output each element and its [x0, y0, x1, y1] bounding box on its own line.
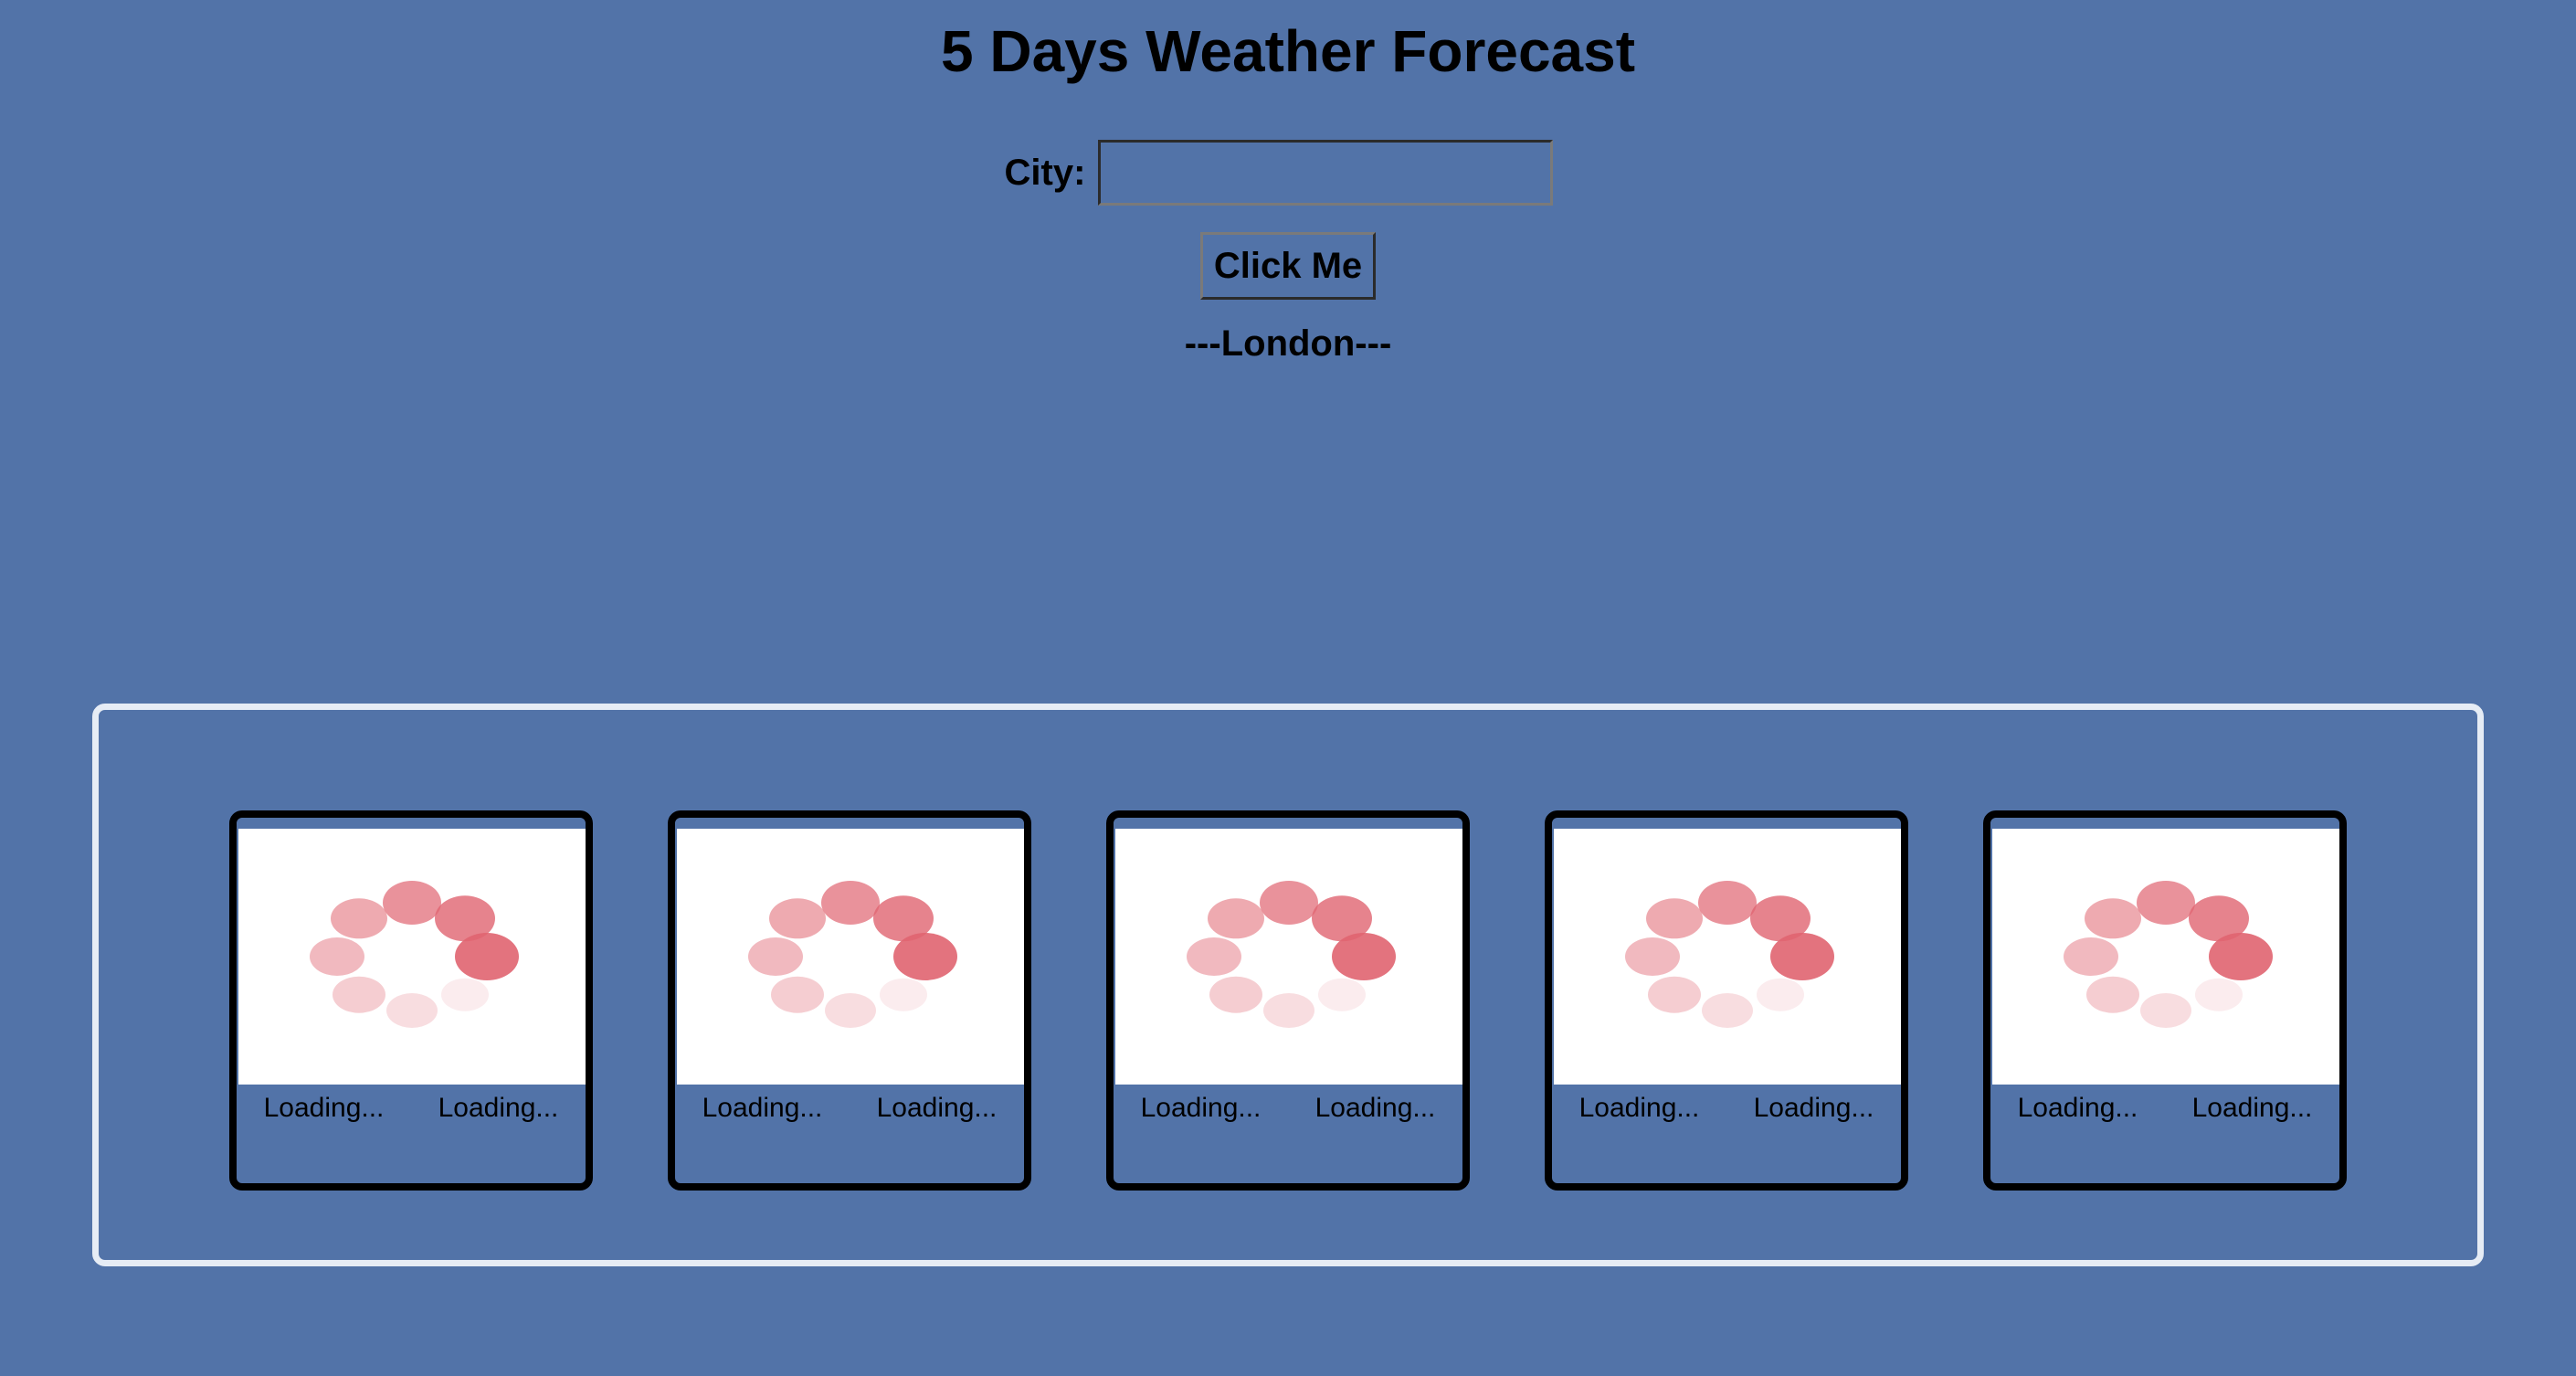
spinner-dot	[386, 993, 438, 1028]
spinner-dot	[1757, 978, 1804, 1011]
button-row: Click Me	[0, 232, 2576, 300]
spinner-dot	[383, 881, 441, 925]
spinner-dot	[310, 937, 364, 976]
card-label-right: Loading...	[1314, 1093, 1436, 1123]
city-name-display: ---London---	[1184, 323, 1392, 364]
page-title: 5 Days Weather Forecast	[940, 18, 1636, 84]
card-label-left: Loading...	[702, 1093, 823, 1123]
forecast-panel: Loading... Loading... Loading... Loading…	[92, 704, 2484, 1266]
spinner-dot	[1332, 933, 1396, 980]
spinner-dot	[2137, 881, 2195, 925]
loading-spinner-icon	[1992, 829, 2339, 1085]
card-labels: Loading... Loading...	[1990, 1092, 2339, 1125]
loading-spinner-icon	[238, 829, 586, 1085]
forecast-card: Loading... Loading...	[229, 810, 593, 1191]
spinner-dot	[2195, 978, 2243, 1011]
spinner-dot	[821, 881, 880, 925]
card-label-left: Loading...	[2017, 1093, 2138, 1123]
card-labels: Loading... Loading...	[237, 1092, 586, 1125]
spinner-dot	[825, 993, 876, 1028]
spinner-dot	[331, 898, 387, 939]
card-labels: Loading... Loading...	[1552, 1092, 1901, 1125]
city-input[interactable]	[1098, 140, 1554, 206]
spinner-dot	[769, 898, 826, 939]
click-me-button[interactable]: Click Me	[1199, 232, 1377, 300]
spinner-dot	[2086, 976, 2139, 1013]
spinner-dot	[2085, 898, 2141, 939]
spinner-dot	[1263, 993, 1314, 1028]
forecast-card: Loading... Loading...	[1106, 810, 1470, 1191]
spinner-dot	[1698, 881, 1757, 925]
card-label-right: Loading...	[1753, 1093, 1874, 1123]
spinner-dot	[1646, 898, 1703, 939]
forecast-card: Loading... Loading...	[1983, 810, 2347, 1191]
card-label-left: Loading...	[263, 1093, 385, 1123]
spinner-dot	[748, 937, 803, 976]
spinner-dot	[2140, 993, 2191, 1028]
spinner-dot	[2064, 937, 2118, 976]
spinner-dot	[2209, 933, 2273, 980]
spinner-dot	[1625, 937, 1680, 976]
city-label: City:	[1004, 152, 1086, 193]
spinner-dot	[1702, 993, 1753, 1028]
spinner-dot	[880, 978, 927, 1011]
forecast-card: Loading... Loading...	[668, 810, 1031, 1191]
spinner-dot	[441, 978, 489, 1011]
card-labels: Loading... Loading...	[1114, 1092, 1462, 1125]
card-label-left: Loading...	[1140, 1093, 1262, 1123]
card-label-right: Loading...	[438, 1093, 559, 1123]
spinner-dot	[1209, 976, 1262, 1013]
spinner-dot	[1318, 978, 1366, 1011]
spinner-dot	[1208, 898, 1264, 939]
card-label-right: Loading...	[2191, 1093, 2313, 1123]
card-label-right: Loading...	[876, 1093, 998, 1123]
spinner-dot	[1648, 976, 1701, 1013]
spinner-dot	[771, 976, 824, 1013]
spinner-dot	[1770, 933, 1834, 980]
spinner-dot	[1187, 937, 1241, 976]
forecast-card: Loading... Loading...	[1545, 810, 1908, 1191]
spinner-dot	[333, 976, 385, 1013]
spinner-dot	[1260, 881, 1318, 925]
spinner-dot	[893, 933, 957, 980]
card-label-left: Loading...	[1578, 1093, 1700, 1123]
spinner-dot	[455, 933, 519, 980]
loading-spinner-icon	[1115, 829, 1462, 1085]
city-search-row: City:	[0, 137, 2576, 208]
card-labels: Loading... Loading...	[675, 1092, 1024, 1125]
loading-spinner-icon	[677, 829, 1024, 1085]
weather-app: 5 Days Weather Forecast City: Click Me -…	[0, 0, 2576, 1376]
loading-spinner-icon	[1554, 829, 1901, 1085]
